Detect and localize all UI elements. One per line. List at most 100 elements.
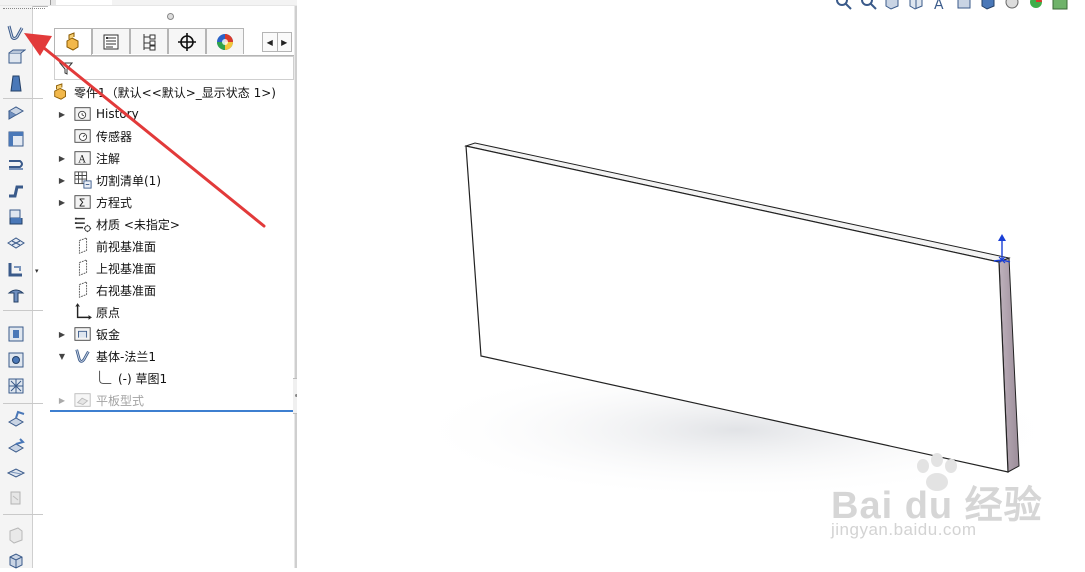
edge-flange-button[interactable] [5,102,27,124]
expand-arrow-icon[interactable]: ▶ [58,109,66,119]
unfold-button[interactable] [5,409,27,431]
tree-item-label: 切割清单(1) [96,173,161,188]
configuration-manager-tab[interactable] [130,28,168,54]
feature-manager-tab[interactable] [54,28,92,55]
toolbar-separator [3,98,43,99]
command-tab[interactable] [224,0,291,5]
jog-button[interactable] [5,180,27,202]
expand-arrow-icon[interactable]: ▶ [58,175,66,185]
tree-item-sketch[interactable]: (-) 草图1 [96,368,167,388]
dimxpert-tab[interactable] [168,28,206,54]
panel-collapse-handle[interactable] [167,13,174,20]
flatten-button[interactable] [5,461,27,483]
no-bends-icon [10,491,21,505]
tree-item-front-plane[interactable]: 前视基准面 [74,236,156,256]
base-flange-icon [7,25,24,40]
display-manager-tab[interactable] [206,28,244,54]
watermark-url: jingyan.baidu.com [831,520,977,539]
expand-arrow-icon[interactable]: ▶ [58,395,66,405]
corners-button[interactable] [5,258,27,280]
baidu-jingyan-watermark: Bai du 经验 jingyan.baidu.com [831,452,1071,552]
hem-button[interactable] [5,154,27,176]
convert-to-sheet-metal-button[interactable] [5,47,27,69]
expand-arrow-icon[interactable]: ▶ [58,329,66,339]
crosshair-icon [178,32,196,51]
sketch-icon [99,370,112,384]
vent-button[interactable] [5,375,27,397]
property-manager-tab[interactable] [92,28,130,54]
origin-icon [75,303,92,320]
miter-flange-button[interactable] [5,128,27,150]
rollback-bar[interactable] [50,410,294,412]
tree-item-flat-pattern[interactable]: ▶ 平板型式 [59,390,144,410]
tree-item-base-flange[interactable]: ▼ 基体-法兰1 [59,346,156,366]
tree-item-history[interactable]: ▶ History [59,104,139,124]
tree-item-top-plane[interactable]: 上视基准面 [74,258,156,278]
tab-scroll-buttons: ◀ ▶ [262,32,292,52]
part-icon [54,83,66,100]
tree-item-label: (-) 草图1 [118,371,168,386]
tree-item-annotations[interactable]: ▶ A 注解 [59,148,121,168]
part-icon [66,32,79,51]
lofted-bend-icon [10,75,22,92]
insert-bends-button[interactable] [5,550,27,572]
plane-icon [78,237,88,254]
rip-icon [9,527,23,544]
lofted-bend-button[interactable] [5,73,27,95]
tree-item-sheet-metal[interactable]: ▶ 钣金 [59,324,120,344]
configuration-icon [143,33,156,50]
tree-root-part[interactable]: 零件1（默认<<默认>_显示状态 1>) [52,82,276,102]
svg-text:A: A [78,155,87,166]
command-tab[interactable] [56,0,113,5]
tree-item-label: 原点 [96,305,121,320]
corners-icon [8,263,22,277]
jog-icon [9,185,23,198]
base-flange-button[interactable] [5,21,27,43]
forming-tool-icon [7,289,25,303]
tab-scroll-right-icon[interactable]: ▶ [276,33,292,51]
annotations-folder-icon: A [74,151,91,166]
expand-arrow-icon[interactable]: ▶ [58,153,66,163]
plane-icon [78,281,88,298]
miter-flange-icon [8,131,24,147]
command-tab[interactable] [0,0,51,5]
graphics-viewport[interactable]: A Bai du 经验 jingyan.baidu.com [297,0,1085,568]
simple-hole-icon [8,352,24,368]
fold-button[interactable] [5,435,27,457]
tree-item-label: 右视基准面 [96,283,157,298]
tree-item-label: 基体-法兰1 [96,349,156,364]
tree-item-label: 注解 [96,151,121,166]
sketched-bend-button[interactable] [5,206,27,228]
equations-folder-icon: Σ [74,195,91,210]
extruded-cut-icon [8,326,24,342]
toolbar-separator [3,310,43,311]
expand-arrow-icon[interactable]: ▶ [58,197,66,207]
command-tab[interactable] [166,0,225,5]
corners-dropdown-arrow[interactable]: ▾ [35,268,41,275]
tree-item-origin[interactable]: 原点 [74,302,120,322]
tab-scroll-left-icon[interactable]: ◀ [263,33,277,51]
tree-item-label: 材质 <未指定> [96,217,180,232]
simple-hole-button[interactable] [5,349,27,371]
hem-icon [9,160,23,170]
collapse-arrow-icon[interactable]: ▼ [58,351,66,361]
base-flange-icon [75,349,90,363]
manager-tab-bar: ◀ ▶ [54,28,294,56]
tree-item-sensors[interactable]: 传感器 [74,126,132,146]
toolbar-grip[interactable] [3,8,45,11]
tree-item-equations[interactable]: ▶ Σ 方程式 [59,192,132,212]
sheet-metal-toolbar: ▾ [0,6,45,569]
cross-break-icon [7,237,25,249]
command-tab[interactable] [112,0,167,5]
cross-break-button[interactable] [5,232,27,254]
extruded-cut-button[interactable] [5,323,27,345]
tree-item-label: 前视基准面 [96,239,157,254]
forming-tool-button[interactable] [5,284,27,306]
sheet-metal-folder-icon [74,327,91,341]
tree-filter-bar[interactable] [54,56,294,80]
edge-flange-icon [7,106,25,120]
tree-item-cut-list[interactable]: ▶ 切割清单(1) [59,170,161,190]
tree-item-material[interactable]: 材质 <未指定> [74,214,180,234]
tree-item-right-plane[interactable]: 右视基准面 [74,280,156,300]
toolbar-separator [3,403,43,404]
